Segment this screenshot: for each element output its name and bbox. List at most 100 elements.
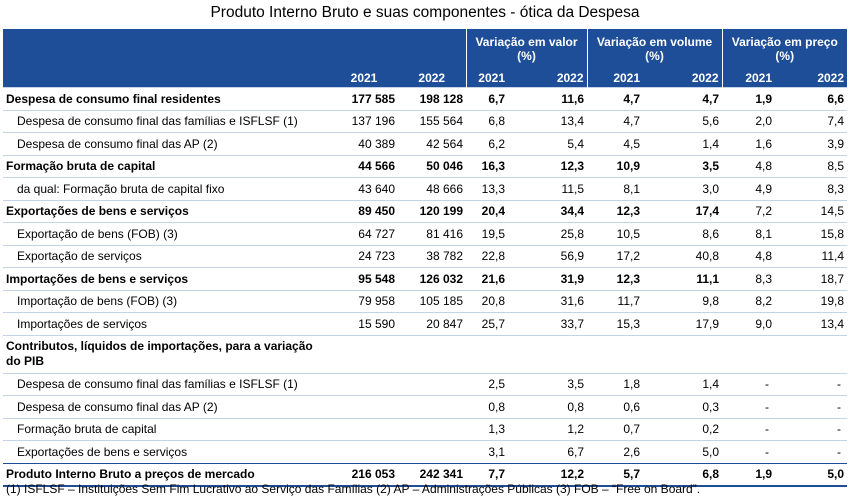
- cell-preco-2021: -: [722, 440, 776, 463]
- row-label: Exportação de serviços: [3, 244, 330, 268]
- cell-volume-2022: 11,1: [643, 267, 723, 290]
- cell-valor-2022: 0,8: [508, 395, 588, 418]
- cell-preco-2021: 9,0: [722, 312, 776, 335]
- cell-preco-2022: 15,8: [775, 222, 848, 245]
- cell-valor-2021: 1,3: [466, 417, 508, 441]
- cell-volume-2022: 1,4: [643, 132, 723, 155]
- cell-volume-2021: 15,3: [587, 312, 644, 335]
- cell-preco-2022: 19,8: [775, 289, 848, 313]
- cell-valor-2022: 12,3: [508, 154, 588, 178]
- cell-value-2022: 48 666: [398, 177, 466, 200]
- cell-volume-2021: 11,7: [587, 289, 644, 313]
- row-label: Formação bruta de capital: [3, 154, 330, 178]
- row-label: Importações de serviços: [3, 312, 330, 335]
- header-unit-preco: (%): [721, 49, 848, 69]
- cell-value-2022: 120 199: [398, 199, 466, 223]
- header-group-valor: Variação em valor: [465, 29, 588, 49]
- table-row: Importações de bens e serviços 95 548 12…: [3, 267, 848, 290]
- cell-preco-2022: -: [775, 372, 848, 396]
- cell-volume-2022: 5,6: [643, 109, 723, 133]
- cell-volume-2022: 40,8: [643, 244, 723, 268]
- cell-preco-2022: 11,4: [775, 244, 848, 268]
- cell-preco-2021: 8,2: [722, 289, 776, 313]
- cell-preco-2022: 8,5: [775, 154, 848, 178]
- table-row: Exportações de bens e serviços 89 450 12…: [3, 199, 848, 223]
- table-row: Despesa de consumo final das AP (2) 0,8 …: [3, 395, 848, 418]
- cell-value-2022: 38 782: [398, 244, 466, 268]
- cell-volume-2021: 12,3: [587, 267, 644, 290]
- cell-preco-2022: 14,5: [775, 199, 848, 223]
- cell-valor-2021: 19,5: [466, 222, 508, 245]
- row-label: Despesa de consumo final das famílias e …: [3, 109, 330, 133]
- row-label: Importação de bens (FOB) (3): [3, 289, 330, 313]
- header-group-preco: Variação em preço: [721, 29, 848, 49]
- cell-value-2022: 42 564: [398, 132, 466, 155]
- cell-volume-2021: 0,6: [587, 395, 644, 418]
- header-row-units: (%) (%) (%): [3, 49, 848, 69]
- cell-value-2021: 177 585: [330, 87, 398, 110]
- table-row-section-header: Contributos, líquidos de importações, pa…: [3, 334, 848, 373]
- cell-value-2021: 137 196: [330, 109, 398, 133]
- cell-valor-2022: 13,4: [508, 109, 588, 133]
- table-row: Importações de serviços 15 590 20 847 25…: [3, 312, 848, 335]
- cell-preco-2021: 4,8: [722, 244, 776, 268]
- cell-preco-2021: 2,0: [722, 109, 776, 133]
- cell-valor-2021: 0,8: [466, 395, 508, 418]
- header-year: 2022: [508, 69, 588, 88]
- cell-volume-2021: 17,2: [587, 244, 644, 268]
- cell-preco-2021: -: [722, 372, 776, 396]
- cell-valor-2022: 33,7: [508, 312, 588, 335]
- cell-value-2021: 15 590: [330, 312, 398, 335]
- header-corner: [3, 29, 330, 49]
- table-row: Formação bruta de capital 44 566 50 046 …: [3, 154, 848, 178]
- cell-preco-2021: 4,8: [722, 154, 776, 178]
- cell-value-2021: 43 640: [330, 177, 398, 200]
- cell-volume-2022: 9,8: [643, 289, 723, 313]
- cell-volume-2022: 8,6: [643, 222, 723, 245]
- row-label: Despesa de consumo final das famílias e …: [3, 372, 330, 396]
- table-row: Formação bruta de capital 1,3 1,2 0,7 0,…: [3, 417, 848, 441]
- header-year: 2022: [643, 69, 723, 88]
- cell-volume-2021: 12,3: [587, 199, 644, 223]
- cell-valor-2021: 6,7: [466, 87, 508, 110]
- header-row-groups: Variação em valor Variação em volume Var…: [3, 29, 848, 49]
- cell-value-2022: 198 128: [398, 87, 466, 110]
- cell-valor-2022: 31,6: [508, 289, 588, 313]
- row-label: Despesa de consumo final das AP (2): [3, 395, 330, 418]
- cell-valor-2022: 34,4: [508, 199, 588, 223]
- cell-preco-2021: 4,9: [722, 177, 776, 200]
- cell-volume-2021: 4,7: [587, 87, 644, 110]
- cell-valor-2021: 2,5: [466, 372, 508, 396]
- cell-value-2021: 40 389: [330, 132, 398, 155]
- cell-volume-2022: 0,3: [643, 395, 723, 418]
- cell-preco-2022: 3,9: [775, 132, 848, 155]
- header-year: 2021: [465, 69, 508, 88]
- header-year: 2022: [398, 69, 466, 88]
- cell-preco-2022: 6,6: [775, 87, 848, 110]
- cell-valor-2022: 11,6: [508, 87, 588, 110]
- header-row-years: 2021 2022 2021 2022 2021 2022 2021 2022: [3, 69, 848, 88]
- row-label: Formação bruta de capital: [3, 417, 330, 441]
- cell-value-2021: 89 450: [330, 199, 398, 223]
- cell-value-2022: 81 416: [398, 222, 466, 245]
- cell-valor-2021: 3,1: [466, 440, 508, 463]
- cell-value-2022: 50 046: [398, 154, 466, 178]
- cell-volume-2022: 3,0: [643, 177, 723, 200]
- row-label: Exportações de bens e serviços: [3, 199, 330, 223]
- cell-value-2021: 44 566: [330, 154, 398, 178]
- cell-value-2021: 24 723: [330, 244, 398, 268]
- row-label: Importações de bens e serviços: [3, 267, 330, 290]
- cell-value-2021: 64 727: [330, 222, 398, 245]
- cell-preco-2021: 1,6: [722, 132, 776, 155]
- header-unit-valor: (%): [465, 49, 588, 69]
- row-label: Exportações de bens e serviços: [3, 440, 330, 463]
- cell-value-2022: 126 032: [398, 267, 466, 290]
- cell-volume-2021: 2,6: [587, 440, 644, 463]
- cell-valor-2021: 13,3: [466, 177, 508, 200]
- cell-preco-2021: 7,2: [722, 199, 776, 223]
- header-unit-volume: (%): [586, 49, 723, 69]
- cell-volume-2022: 3,5: [643, 154, 723, 178]
- row-label: Despesa de consumo final residentes: [3, 87, 330, 110]
- row-label: Exportação de bens (FOB) (3): [3, 222, 330, 245]
- cell-value-2022: 155 564: [398, 109, 466, 133]
